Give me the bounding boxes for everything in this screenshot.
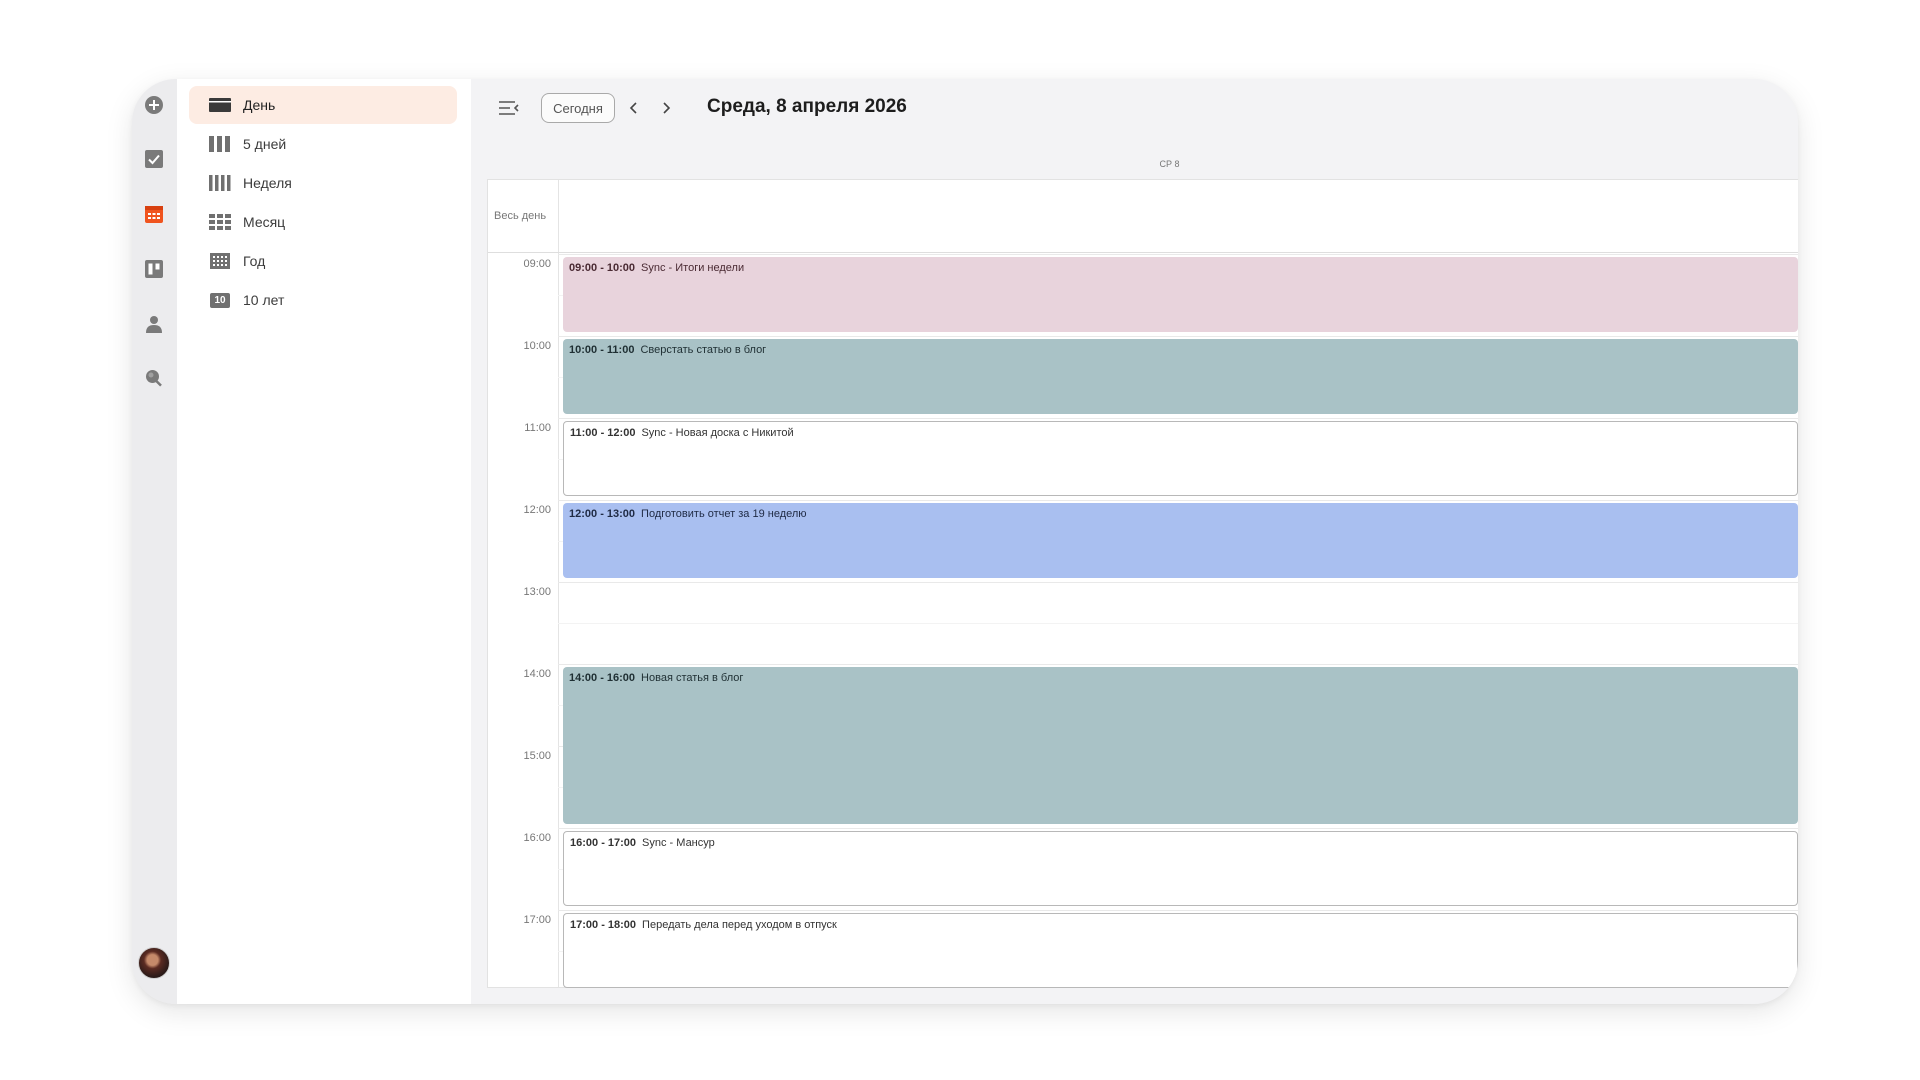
event-time: 17:00 - 18:00	[570, 919, 637, 931]
chevron-left-icon	[629, 102, 637, 114]
view-item-label: День	[243, 97, 276, 113]
day-view-icon	[209, 97, 231, 113]
board-icon[interactable]	[141, 256, 167, 282]
year-view-icon	[209, 253, 231, 269]
view-item-ten-years[interactable]: 10 10 лет	[189, 281, 457, 319]
event-title: Передать дела перед уходом в отпуск	[642, 919, 837, 931]
view-item-five-days[interactable]: 5 дней	[189, 125, 457, 163]
hour-label: 12:00	[523, 504, 551, 516]
event-title: Sync - Новая доска с Никитой	[641, 427, 794, 439]
calendar-main: Сегодня Среда, 8 апреля 2026 СР 8 Весь д…	[471, 79, 1798, 1004]
hour-gridline	[558, 336, 1798, 337]
calendar-event[interactable]: 12:00 - 13:00 Подготовить отчет за 19 нед…	[563, 503, 1798, 578]
hour-gridline	[558, 500, 1798, 501]
gutter-divider	[558, 180, 559, 987]
hour-gridline	[558, 828, 1798, 829]
hour-label: 09:00	[523, 258, 551, 270]
hour-gridline	[558, 582, 1798, 583]
five-days-view-icon	[209, 136, 231, 152]
views-panel: День 5 дней Неделя Месяц Год 10 10 лет	[177, 79, 471, 1004]
day-grid[interactable]: Весь день 09:00 10:00 11:00 12:00 13:00 14:00…	[487, 179, 1798, 988]
prev-button[interactable]	[625, 99, 643, 117]
contacts-icon[interactable]	[141, 311, 167, 337]
hour-label: 13:00	[523, 586, 551, 598]
app-rail	[132, 79, 177, 1004]
event-time: 09:00 - 10:00	[569, 262, 636, 274]
event-title: Sync - Итоги недели	[641, 262, 745, 274]
half-hour-gridline	[558, 623, 1798, 624]
view-item-label: Год	[243, 253, 266, 269]
view-item-label: 10 лет	[243, 292, 285, 308]
event-title: Sync - Мансур	[642, 837, 715, 849]
event-title: Подготовить отчет за 19 неделю	[641, 508, 807, 520]
avatar[interactable]	[138, 947, 170, 979]
event-time: 10:00 - 11:00	[569, 344, 635, 356]
calendar-event[interactable]: 11:00 - 12:00 Sync - Новая доска с Никито…	[563, 421, 1798, 496]
hour-label: 15:00	[523, 750, 551, 762]
event-title: Новая статья в блог	[641, 672, 744, 684]
week-view-icon	[209, 175, 231, 191]
event-title: Сверстать статью в блог	[640, 344, 767, 356]
calendar-event[interactable]: 14:00 - 16:00 Новая статья в блог	[563, 667, 1798, 824]
event-time: 11:00 - 12:00	[570, 427, 636, 439]
menu-collapse-icon	[499, 101, 519, 115]
today-button[interactable]: Сегодня	[541, 93, 615, 123]
ten-years-badge: 10	[210, 292, 230, 308]
view-item-label: Неделя	[243, 175, 292, 191]
view-item-day[interactable]: День	[189, 86, 457, 124]
page-title: Среда, 8 апреля 2026	[707, 96, 907, 117]
ten-years-view-icon: 10	[209, 292, 231, 308]
calendar-event[interactable]: 17:00 - 18:00 Передать дела перед уходом …	[563, 913, 1798, 988]
chevron-right-icon	[663, 102, 671, 114]
month-view-icon	[209, 214, 231, 230]
hour-label: 11:00	[524, 422, 551, 434]
hour-label: 17:00	[523, 914, 551, 926]
hour-gridline	[558, 418, 1798, 419]
all-day-label: Весь день	[494, 210, 547, 222]
calendar-event[interactable]: 16:00 - 17:00 Sync - Мансур	[563, 831, 1798, 906]
hour-label: 14:00	[523, 668, 551, 680]
event-time: 12:00 - 13:00	[569, 508, 636, 520]
calendar-event[interactable]: 10:00 - 11:00 Сверстать статью в блог	[563, 339, 1798, 414]
view-item-label: 5 дней	[243, 136, 287, 152]
event-time: 14:00 - 16:00	[569, 672, 636, 684]
calendar-icon[interactable]	[141, 201, 167, 227]
hour-label: 16:00	[523, 832, 551, 844]
hour-gridline	[558, 664, 1798, 665]
all-day-divider	[488, 252, 1798, 253]
search-icon[interactable]	[141, 365, 167, 391]
next-button[interactable]	[657, 99, 675, 117]
collapse-sidebar-button[interactable]	[498, 99, 520, 117]
add-icon[interactable]	[141, 92, 167, 118]
view-item-label: Месяц	[243, 214, 286, 230]
hour-label: 10:00	[523, 340, 551, 352]
view-item-month[interactable]: Месяц	[189, 203, 457, 241]
day-column-header: СР 8	[1159, 159, 1180, 169]
event-time: 16:00 - 17:00	[570, 837, 637, 849]
hour-gridline	[558, 910, 1798, 911]
view-item-week[interactable]: Неделя	[189, 164, 457, 202]
hour-gridline	[558, 254, 1798, 255]
app-window: День 5 дней Неделя Месяц Год 10 10 лет С…	[132, 79, 1798, 1004]
tasks-icon[interactable]	[141, 146, 167, 172]
view-item-year[interactable]: Год	[189, 242, 457, 280]
calendar-event[interactable]: 09:00 - 10:00 Sync - Итоги недели	[563, 257, 1798, 332]
